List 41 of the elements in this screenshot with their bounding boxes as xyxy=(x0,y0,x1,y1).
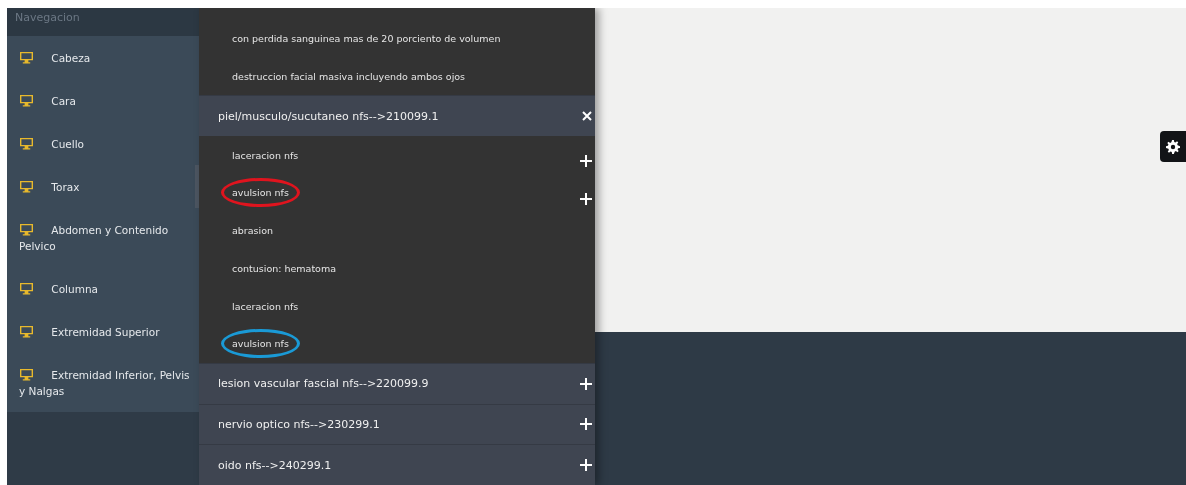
monitor-icon xyxy=(19,223,34,236)
monitor-icon xyxy=(19,282,34,295)
monitor-icon xyxy=(19,180,34,193)
sidebar-item[interactable]: Extremidad Superior xyxy=(7,310,199,353)
close-icon[interactable] xyxy=(582,111,592,122)
sidebar-item[interactable]: Cara xyxy=(7,79,199,122)
monitor-icon xyxy=(19,51,34,64)
monitor-icon xyxy=(19,325,34,338)
monitor-icon xyxy=(19,137,34,150)
monitor-icon xyxy=(19,368,34,381)
option-item[interactable]: laceracion nfs xyxy=(221,140,310,170)
option-item[interactable]: destruccion facial masiva incluyendo ambos ojos xyxy=(221,62,477,92)
sidebar-item[interactable]: Columna xyxy=(7,267,199,310)
option-item[interactable]: abrasion xyxy=(221,216,284,246)
sidebar-item[interactable]: Torax xyxy=(7,165,199,208)
sidebar-item[interactable]: Cabeza xyxy=(7,36,199,79)
category-label: oido nfs-->240299.1 xyxy=(218,458,332,472)
option-item[interactable]: contusion: hematoma xyxy=(221,253,347,283)
plus-icon[interactable] xyxy=(580,418,592,431)
category-row[interactable]: piel/musculo/sucutaneo nfs-->210099.1 xyxy=(199,95,595,137)
settings-button[interactable] xyxy=(1160,131,1186,162)
category-label: nervio optico nfs-->230299.1 xyxy=(218,417,380,431)
plus-icon[interactable] xyxy=(580,192,592,205)
monitor-icon xyxy=(19,94,34,107)
plus-icon[interactable] xyxy=(580,459,592,472)
plus-icon[interactable] xyxy=(580,155,592,168)
sidebar-header: Navegacion xyxy=(7,8,199,36)
option-item[interactable]: avulsion nfs xyxy=(221,178,300,208)
sidebar-item[interactable]: Cuello xyxy=(7,122,199,165)
option-item[interactable]: con perdida sanguinea mas de 20 porciento de volumen xyxy=(221,24,512,54)
category-label: piel/musculo/sucutaneo nfs-->210099.1 xyxy=(218,109,439,123)
category-row[interactable]: lesion vascular fascial nfs-->220099.9 xyxy=(199,362,595,404)
category-row[interactable]: oido nfs-->240299.1 xyxy=(199,444,595,485)
sidebar-item[interactable]: Abdomen y Contenido Pelvico xyxy=(7,208,199,267)
settings-icon xyxy=(1166,139,1180,154)
option-item[interactable]: avulsion nfs xyxy=(221,329,300,359)
plus-icon[interactable] xyxy=(580,377,592,390)
option-item[interactable]: laceracion nfs xyxy=(221,291,310,321)
category-row[interactable]: nervio optico nfs-->230299.1 xyxy=(199,403,595,445)
sidebar-item[interactable]: Extremidad Inferior, Pelvis y Nalgas xyxy=(7,353,199,412)
category-label: lesion vascular fascial nfs-->220099.9 xyxy=(218,377,429,391)
